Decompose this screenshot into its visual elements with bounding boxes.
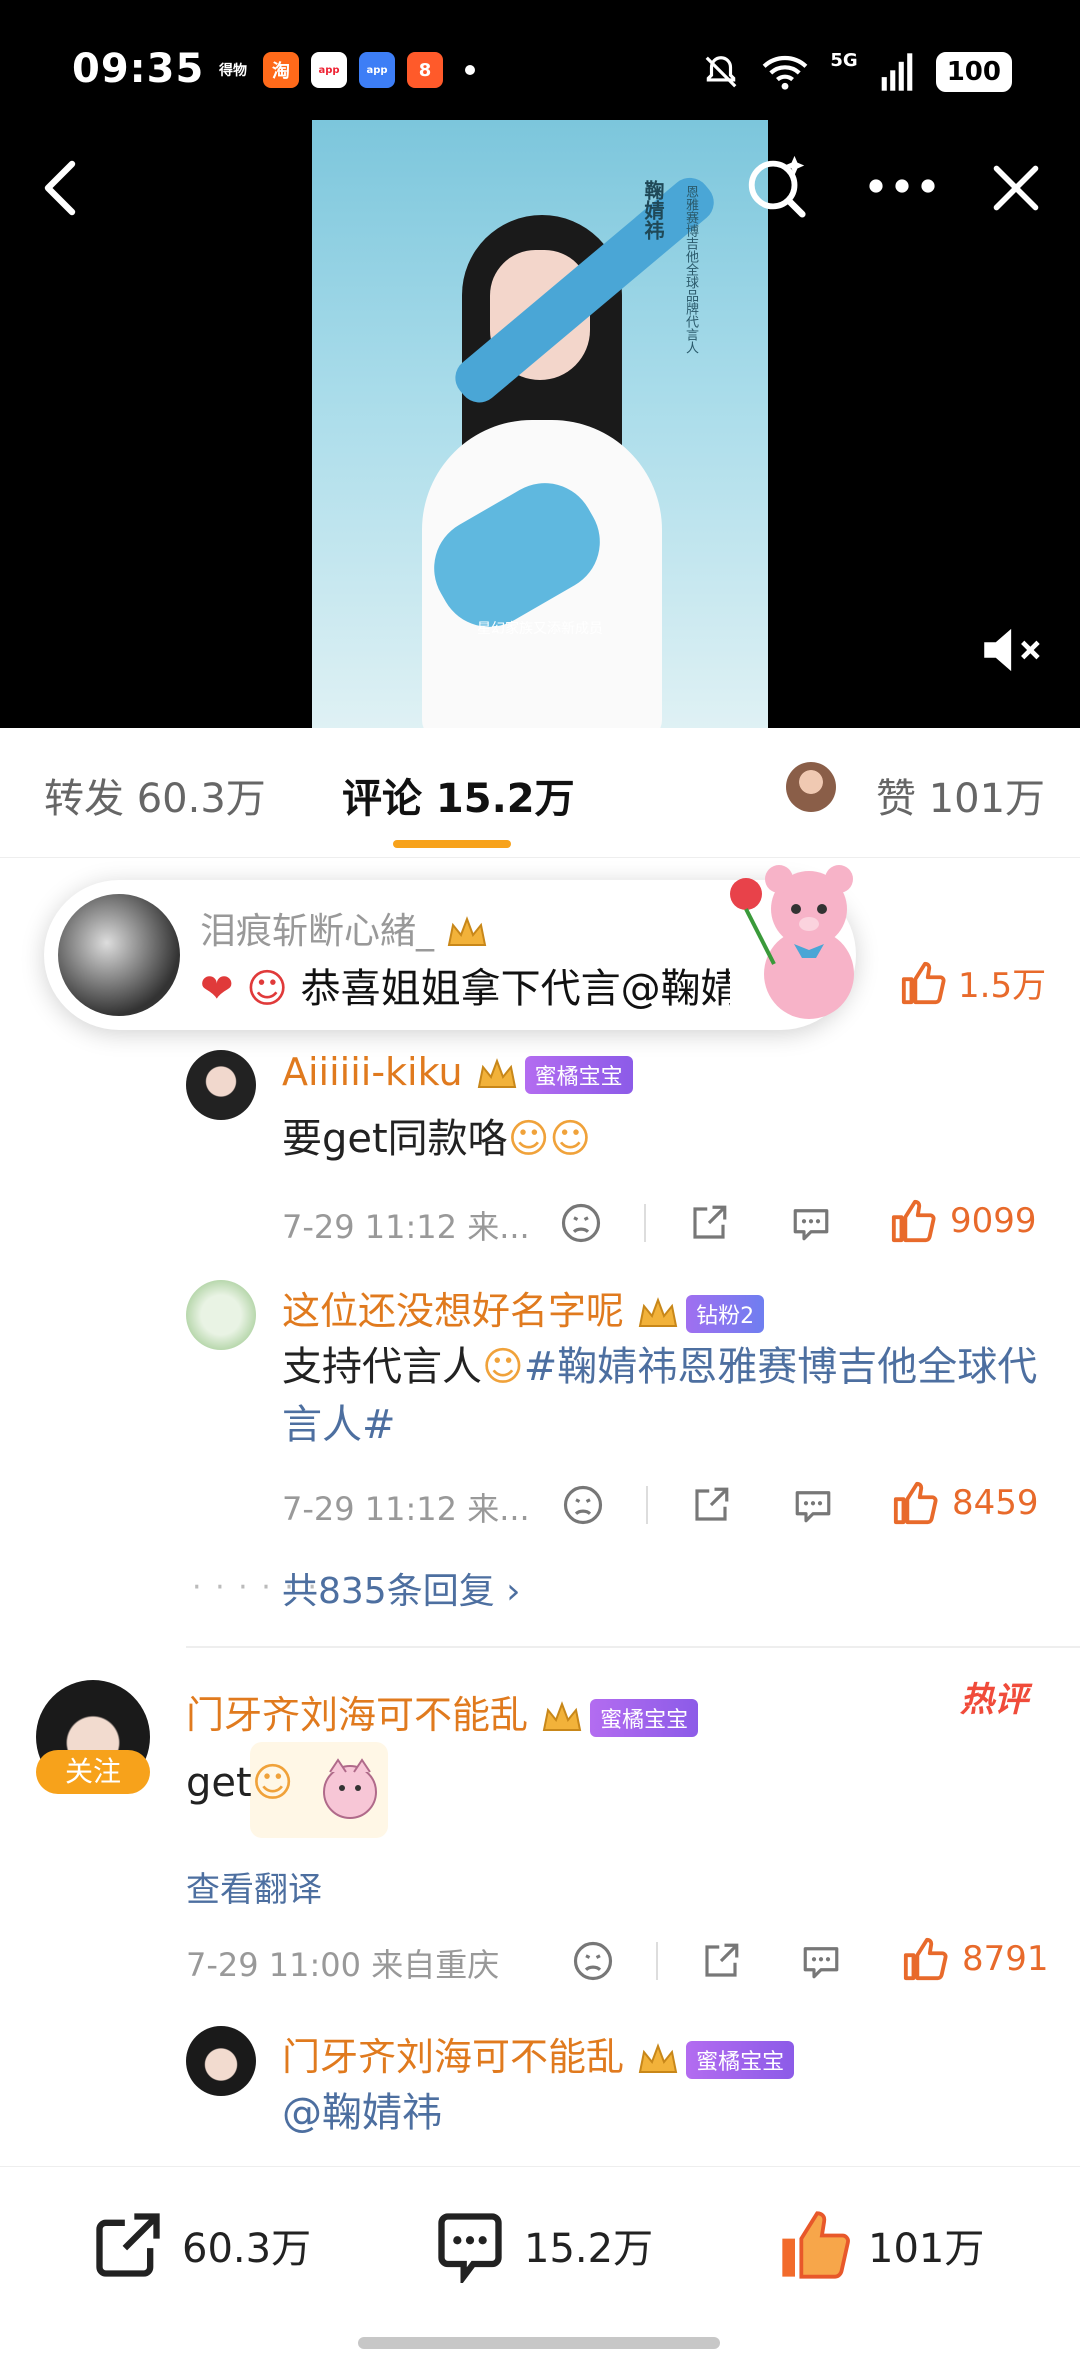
avatar[interactable] <box>186 2026 256 2096</box>
reply-like-count: 9099 <box>950 1201 1037 1241</box>
thumbs-up-icon <box>893 1481 938 1525</box>
volume-muted-icon[interactable] <box>980 625 1050 675</box>
view-translation-link[interactable]: 查看翻译 <box>186 1862 322 1911</box>
app-icon-dewu: 得物 <box>215 52 251 88</box>
wifi-icon <box>763 55 808 90</box>
comment-text: get <box>186 1760 252 1806</box>
reply-like-button[interactable]: 9099 <box>890 1198 1037 1244</box>
fan-level-badge: 蜜橘宝宝 <box>524 1055 633 1094</box>
repost-share-icon <box>96 2213 160 2277</box>
comment-username[interactable]: 门牙齐刘海可不能乱 <box>186 1693 528 1737</box>
crown-badge-icon <box>638 1296 678 1327</box>
reply-username[interactable]: Aiiiiii-kiku <box>282 1050 463 1094</box>
dislike-face-icon[interactable] <box>572 1940 614 1982</box>
fan-level-badge: 蜜橘宝宝 <box>686 2040 795 2079</box>
reply-like-count: 8459 <box>952 1483 1039 1523</box>
floating-comment-banner[interactable]: 泪痕斩断心緒_ ❤ ☺ 恭喜姐姐拿下代言@鞠婧 <box>44 865 856 1030</box>
network-type: 5G <box>830 49 858 71</box>
kiss-emoji-icon: ☺ <box>251 1760 294 1806</box>
share-icon[interactable] <box>688 1202 730 1244</box>
thumbs-up-icon <box>891 1199 936 1243</box>
crown-badge-icon <box>542 1700 582 1731</box>
divider <box>186 1646 1080 1648</box>
poster-caption: 星幻家族又添新成员 <box>477 621 603 637</box>
comment-icon[interactable] <box>800 1940 842 1982</box>
banner-comment-text: 恭喜姐姐拿下代言@鞠婧 <box>300 966 730 1012</box>
comment-like-count: 8791 <box>962 1939 1049 1979</box>
post-image[interactable]: 鞠婧祎 恩雅赛博吉他全球品牌代言人 星幻家族又添新成员 <box>312 120 768 728</box>
poster-subtitle: 恩雅赛博吉他全球品牌代言人 <box>683 185 698 354</box>
reply-text: 要get同款咯 <box>282 1116 508 1162</box>
like-button[interactable]: 101万 <box>776 2207 984 2283</box>
repost-count: 60.3万 <box>182 2226 312 2272</box>
reply-username[interactable]: 门牙齐刘海可不能乱 <box>282 2035 624 2079</box>
dislike-face-icon[interactable] <box>562 1484 604 1526</box>
share-icon[interactable] <box>690 1484 732 1526</box>
banner-username[interactable]: 泪痕斩断心緒_ <box>200 911 434 952</box>
avatar[interactable] <box>186 1050 256 1120</box>
reply-text: 支持代言人 <box>282 1344 482 1390</box>
follow-button[interactable]: 关注 <box>36 1750 150 1794</box>
comment-count: 15.2万 <box>524 2226 654 2272</box>
thumbs-up-filled-icon <box>782 2211 850 2279</box>
home-indicator[interactable] <box>358 2337 720 2349</box>
avatar[interactable] <box>186 1280 256 1350</box>
thumbs-up-icon <box>901 961 946 1004</box>
active-tab-indicator <box>393 840 511 848</box>
comment-icon[interactable] <box>790 1202 832 1244</box>
back-arrow-icon[interactable] <box>40 160 80 216</box>
reply-timestamp: 7-29 11:12 来... <box>282 1490 530 1528</box>
liker-avatar[interactable] <box>786 762 836 812</box>
notification-icons: 得物 淘 app app 8 <box>215 52 475 88</box>
tab-comments[interactable]: 评论 15.2万 <box>342 766 575 824</box>
status-time: 09:35 <box>72 46 205 92</box>
parent-like-count: 1.5万 <box>958 966 1047 1006</box>
more-options-icon[interactable] <box>866 162 938 210</box>
like-count: 101万 <box>868 2226 985 2272</box>
battery-indicator: 100 <box>935 52 1012 92</box>
comment-timestamp: 7-29 11:00 来自重庆 <box>186 1946 500 1984</box>
engagement-tabs: 转发 60.3万 评论 15.2万 赞 101万 <box>0 728 1080 858</box>
dislike-face-icon[interactable] <box>560 1202 602 1244</box>
app-icon-browser: app <box>359 52 395 88</box>
poster-title: 鞠婧祎 <box>641 180 665 240</box>
tab-likes[interactable]: 赞 101万 <box>876 766 1045 824</box>
comment-button[interactable]: 15.2万 <box>432 2207 653 2283</box>
avatar[interactable] <box>58 894 180 1016</box>
app-icon-map: app <box>311 52 347 88</box>
reply-username[interactable]: 这位还没想好名字呢 <box>282 1289 624 1333</box>
mention-link[interactable]: @鞠婧祎 <box>282 2090 442 2136</box>
app-icon-taobao: 淘 <box>263 52 299 88</box>
hot-comment-tag: 热评 <box>960 1680 1028 1720</box>
crown-badge-icon <box>448 916 487 946</box>
signal-icon <box>881 53 913 91</box>
status-bar: 09:35 得物 淘 app app 8 5G 100 <box>0 0 1080 140</box>
system-icons: 5G 100 <box>702 49 1012 92</box>
comment-like-button[interactable]: 8791 <box>902 1936 1049 1982</box>
share-icon[interactable] <box>700 1940 742 1982</box>
comment-bubble-icon <box>438 2213 502 2283</box>
blush-emoji-icon: ☺☺ <box>507 1116 592 1162</box>
app-icon-xiaohongshu: 8 <box>407 52 443 88</box>
comment-icon[interactable] <box>792 1484 834 1526</box>
drooling-emoji-icon: ☺ <box>482 1344 524 1390</box>
more-notifications-dot <box>465 65 475 75</box>
close-icon[interactable] <box>990 162 1042 214</box>
fan-level-badge: 钻粉2 <box>686 1294 765 1333</box>
reply-like-button[interactable]: 8459 <box>892 1480 1039 1526</box>
crown-badge-icon <box>638 2042 678 2073</box>
reply-timestamp: 7-29 11:12 来... <box>282 1208 530 1246</box>
fan-level-badge: 蜜橘宝宝 <box>590 1698 699 1737</box>
tab-reposts[interactable]: 转发 60.3万 <box>44 766 266 824</box>
thumbs-up-icon <box>903 1937 948 1981</box>
bear-with-rose-sticker-icon <box>730 865 854 1019</box>
heart-eyes-emoji-icon: ❤ ☺ <box>200 966 288 1012</box>
media-area: 09:35 得物 淘 app app 8 5G 100 鞠婧祎 恩雅赛博吉他全球… <box>0 0 1080 728</box>
image-search-icon[interactable] <box>742 150 812 220</box>
parent-like-button[interactable]: 1.5万 <box>900 958 1046 1007</box>
mute-bell-icon <box>706 56 737 88</box>
crown-badge-icon <box>477 1057 516 1088</box>
repost-button[interactable]: 60.3万 <box>90 2207 311 2283</box>
view-all-replies-link[interactable]: 共835条回复 › <box>282 1562 521 1614</box>
